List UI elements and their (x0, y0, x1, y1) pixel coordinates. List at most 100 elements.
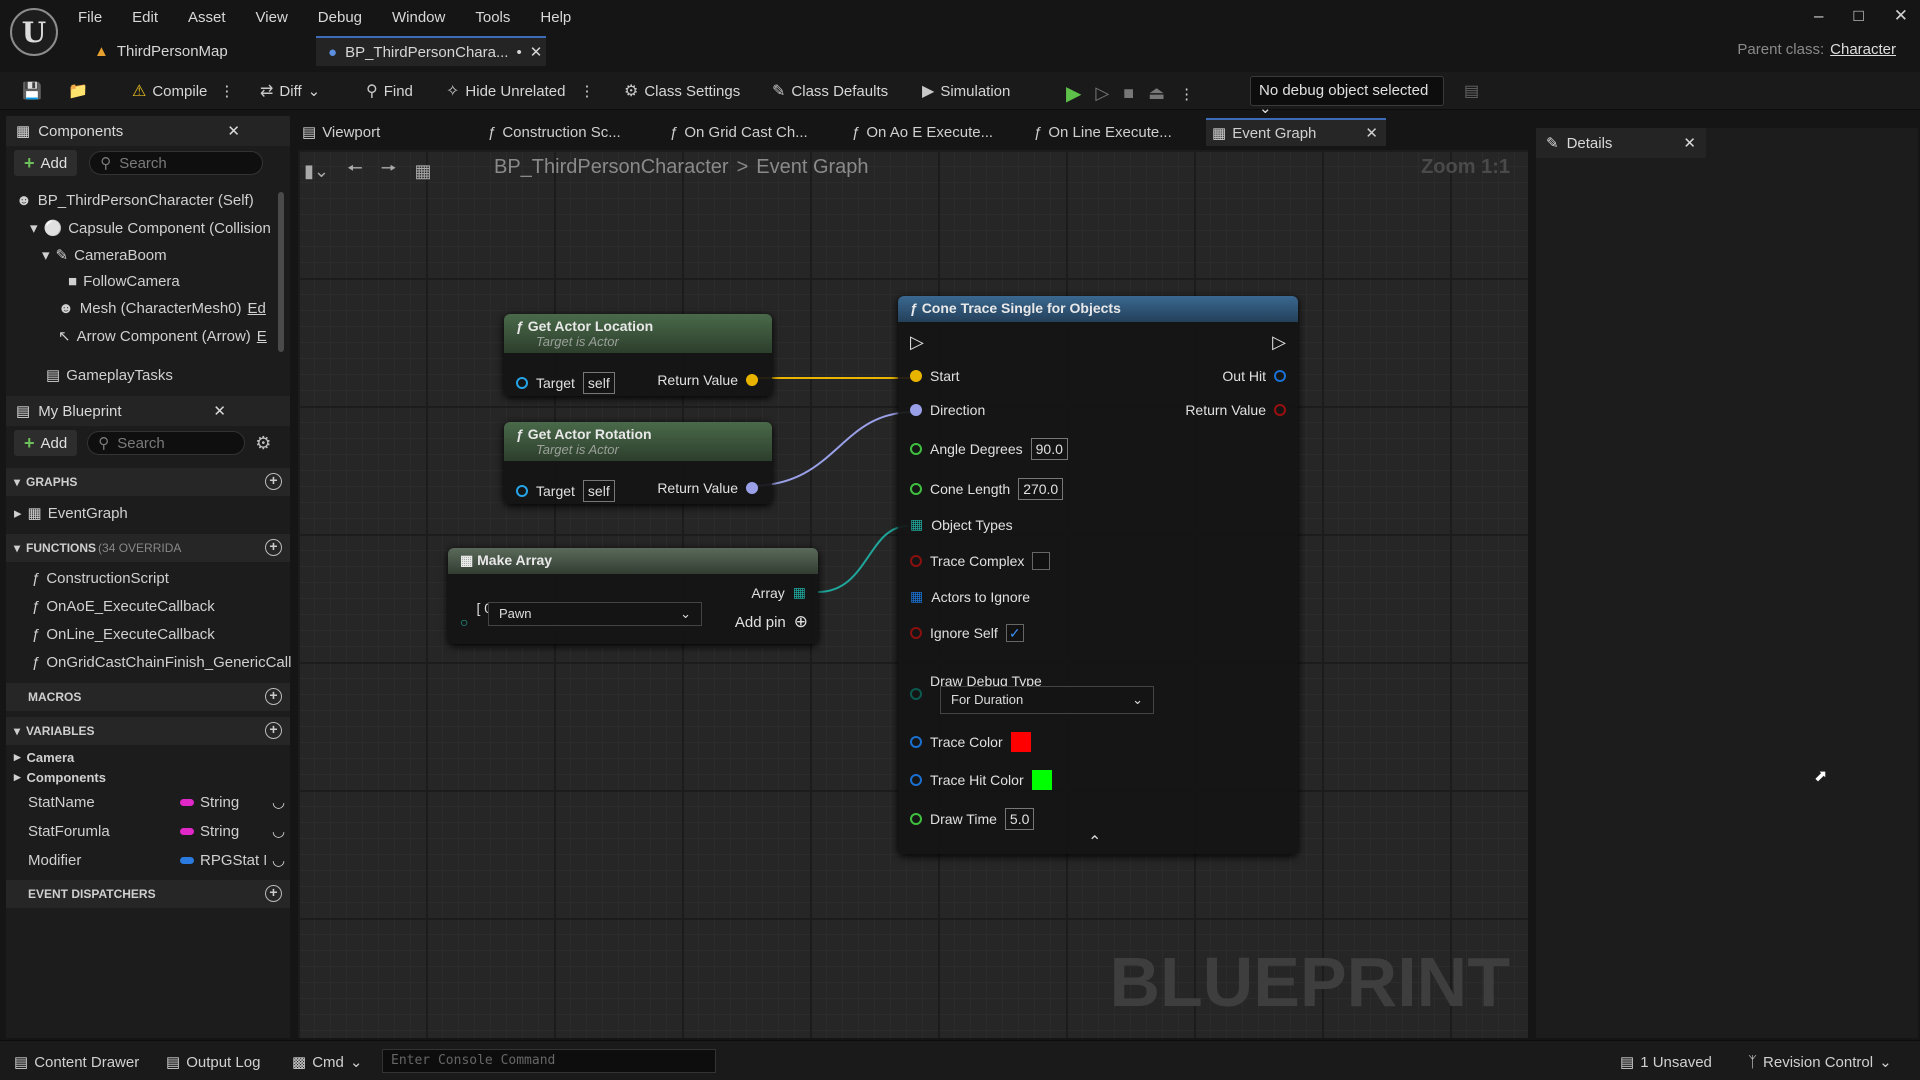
event-dispatchers-section-header[interactable]: EVENT DISPATCHERS + (6, 880, 290, 908)
visibility-eye-icon[interactable]: ◡ (272, 793, 285, 811)
eject-icon[interactable]: ⏏ (1148, 83, 1165, 104)
class-settings-button[interactable]: ⚙ Class Settings (624, 81, 740, 101)
tab-on-aoe-execute[interactable]: ƒ On Ao E Execute... (852, 118, 993, 146)
visibility-eye-icon[interactable]: ◡ (272, 822, 285, 840)
trace-color-swatch[interactable] (1010, 732, 1031, 752)
close-tab-icon[interactable]: ✕ (530, 43, 543, 61)
save-icon[interactable]: 💾 (22, 81, 42, 101)
draw-debug-type-dropdown[interactable]: For Duration ⌄ (940, 686, 1154, 714)
add-variable-icon[interactable]: + (265, 722, 282, 739)
variable-item[interactable]: StatName String ◡ (28, 793, 285, 812)
pin-out-hit[interactable]: Out Hit (1222, 368, 1286, 384)
expand-arrow-icon[interactable]: ▾ (30, 219, 38, 237)
menu-asset[interactable]: Asset (188, 9, 226, 26)
collapse-advanced-icon[interactable]: ⌃ (1088, 832, 1101, 852)
variables-section-header[interactable]: ▾ VARIABLES + (6, 717, 290, 745)
override-count[interactable]: (34 OVERRIDA (98, 541, 181, 555)
settings-gear-icon[interactable]: ⚙ (255, 433, 271, 454)
edit-link[interactable]: Ed (248, 300, 266, 317)
parent-class-link[interactable]: Character (1830, 41, 1896, 58)
expand-arrow-icon[interactable]: ▾ (42, 246, 50, 264)
menu-help[interactable]: Help (540, 9, 571, 26)
tree-item-mesh[interactable]: ☻ Mesh (CharacterMesh0) Ed (58, 300, 266, 317)
class-defaults-button[interactable]: ✎ Class Defaults (772, 81, 888, 101)
hide-unrelated-options-icon[interactable]: ⋮ (579, 82, 594, 100)
node-cone-trace-single-for-objects[interactable]: ƒ Cone Trace Single for Objects ▷ ▷ Star… (898, 296, 1298, 854)
target-field[interactable]: self (582, 480, 615, 502)
function-item[interactable]: ƒ ConstructionScript (32, 570, 169, 587)
minimize-icon[interactable]: – (1814, 6, 1823, 26)
cmd-dropdown[interactable]: ▩ Cmd ⌄ (292, 1053, 362, 1072)
node-get-actor-location[interactable]: ƒ Get Actor Location Target is Actor Tar… (504, 314, 772, 396)
menu-view[interactable]: View (256, 9, 288, 26)
pin-actors-to-ignore[interactable]: ▦ Actors to Ignore (910, 588, 1030, 605)
menu-tools[interactable]: Tools (475, 9, 510, 26)
variable-item[interactable]: StatForumla String ◡ (28, 822, 285, 841)
browse-icon[interactable]: 📁 (68, 81, 88, 101)
pin-return-value[interactable]: Return Value (657, 372, 758, 388)
play-options-icon[interactable]: ⋮ (1179, 85, 1194, 103)
step-icon[interactable]: ▷ (1095, 83, 1109, 104)
add-graph-icon[interactable]: + (265, 473, 282, 490)
tree-item-capsule[interactable]: ▾ ⚪ Capsule Component (Collision (30, 219, 271, 238)
tab-viewport[interactable]: ▤ Viewport (302, 118, 380, 146)
cone-length-field[interactable]: 270.0 (1018, 478, 1064, 500)
unreal-logo-icon[interactable]: U (10, 8, 58, 56)
pin-angle-degrees[interactable]: Angle Degrees 90.0 (910, 438, 1068, 460)
graph-item-eventgraph[interactable]: ▸ ▦ EventGraph (14, 504, 128, 523)
exec-out-pin[interactable]: ▷ (1272, 332, 1286, 353)
macros-section-header[interactable]: MACROS + (6, 683, 290, 711)
variable-category-camera[interactable]: ▸ Camera (14, 749, 74, 765)
compile-options-icon[interactable]: ⋮ (219, 82, 234, 100)
play-icon[interactable]: ▶ (1066, 81, 1081, 106)
output-log-button[interactable]: ▤ Output Log (166, 1053, 260, 1072)
tree-item-followcamera[interactable]: ■ FollowCamera (68, 273, 180, 290)
draw-time-field[interactable]: 5.0 (1004, 808, 1035, 830)
pin-array[interactable]: Array ▦ (751, 584, 806, 601)
trace-complex-checkbox[interactable] (1032, 552, 1051, 570)
expand-arrow-icon[interactable]: ▸ (14, 504, 22, 522)
edit-link[interactable]: E (257, 328, 267, 345)
tab-construction-script[interactable]: ƒ Construction Sc... (488, 118, 621, 146)
function-item[interactable]: ƒ OnAoE_ExecuteCallback (32, 598, 215, 615)
debug-filter-icon[interactable]: ▤ (1464, 81, 1479, 101)
menu-file[interactable]: File (78, 9, 102, 26)
pin-object-types[interactable]: ▦ Object Types (910, 516, 1013, 533)
compile-button[interactable]: ⚠ Compile ⋮ (132, 81, 234, 101)
tab-on-grid-cast[interactable]: ƒ On Grid Cast Ch... (670, 118, 808, 146)
close-icon[interactable]: ✕ (1894, 6, 1908, 26)
add-macro-icon[interactable]: + (265, 688, 282, 705)
find-button[interactable]: ⚲ Find (366, 81, 413, 101)
pin-draw-time[interactable]: Draw Time 5.0 (910, 808, 1035, 830)
graph-canvas[interactable]: ▮⌄ 🠔 🠖 ▦ BP_ThirdPersonCharacter > Event… (298, 150, 1528, 1038)
exec-in-pin[interactable]: ▷ (910, 332, 924, 353)
close-tab-icon[interactable]: ✕ (1365, 124, 1378, 142)
function-item[interactable]: ƒ OnLine_ExecuteCallback (32, 626, 215, 643)
add-function-icon[interactable]: + (265, 539, 282, 556)
simulation-button[interactable]: ▶ Simulation (922, 81, 1010, 101)
node-make-array[interactable]: ▦ Make Array ○[ 0] Pawn ⌄ Array ▦ Add pin ⊕ (448, 548, 818, 644)
visibility-eye-icon[interactable]: ◡ (272, 851, 285, 869)
close-panel-icon[interactable]: ✕ (227, 122, 240, 140)
pin-trace-hit-color[interactable]: Trace Hit Color (910, 770, 1052, 790)
tab-on-line-execute[interactable]: ƒ On Line Execute... (1034, 118, 1172, 146)
content-drawer-button[interactable]: ▤ Content Drawer (14, 1053, 139, 1072)
function-item[interactable]: ƒ OnGridCastChainFinish_GenericCall (32, 654, 291, 671)
add-component-button[interactable]: + Add (14, 150, 78, 176)
unsaved-button[interactable]: ▤ 1 Unsaved (1620, 1053, 1712, 1072)
pin-ignore-self[interactable]: Ignore Self ✓ (910, 624, 1024, 642)
diff-button[interactable]: ⇄ Diff ⌄ (260, 81, 320, 101)
menu-edit[interactable]: Edit (132, 9, 158, 26)
tab-event-graph[interactable]: ▦ Event Graph ✕ (1206, 118, 1386, 146)
functions-section-header[interactable]: ▾ FUNCTIONS (34 OVERRIDA + (6, 534, 290, 562)
add-member-button[interactable]: + Add (14, 430, 78, 456)
node-get-actor-rotation[interactable]: ƒ Get Actor Rotation Target is Actor Tar… (504, 422, 772, 504)
tree-item-cameraboom[interactable]: ▾ ✎ CameraBoom (42, 246, 167, 265)
trace-hit-color-swatch[interactable] (1031, 770, 1052, 790)
pin-return-value[interactable]: Return Value (657, 480, 758, 496)
pin-target[interactable]: Target self (516, 372, 615, 394)
variable-item[interactable]: Modifier RPGStat N ◡ (28, 851, 285, 870)
pin-target[interactable]: Target self (516, 480, 615, 502)
target-field[interactable]: self (582, 372, 615, 394)
add-pin-button[interactable]: Add pin ⊕ (735, 612, 808, 632)
